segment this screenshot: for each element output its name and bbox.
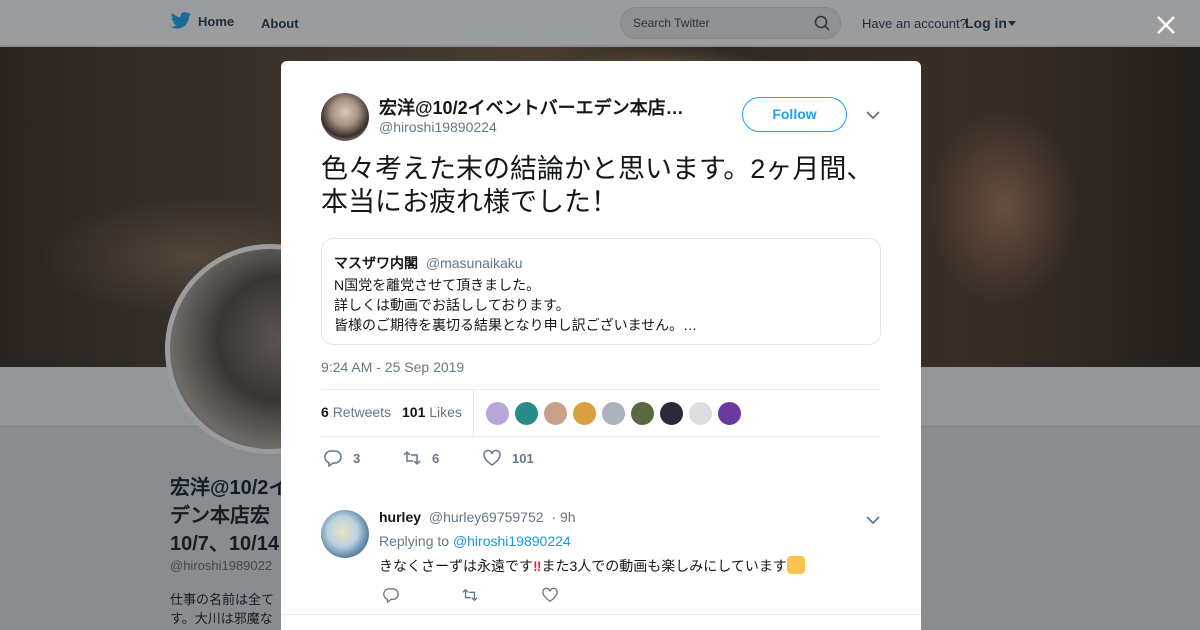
replying-to: Replying to @hiroshi19890224 bbox=[379, 533, 571, 549]
author-avatar[interactable] bbox=[321, 93, 369, 141]
thumbs-up-icon bbox=[786, 556, 805, 574]
background-profile-bio: 仕事の名前は全て す。大川は邪魔な bbox=[170, 592, 275, 626]
heart-icon bbox=[483, 449, 501, 466]
likes-stat[interactable]: 101 Likes bbox=[402, 404, 462, 420]
liker-avatar[interactable] bbox=[485, 401, 510, 426]
reply-text: きなくさーずは永遠です‼また3人での動画も楽しみにしています bbox=[379, 556, 805, 576]
quoted-tweet-header: マスザワ内閣 @masunaikaku bbox=[334, 253, 523, 273]
author-handle[interactable]: @hiroshi19890224 bbox=[379, 119, 497, 135]
divider bbox=[473, 390, 474, 436]
replying-prefix: Replying to bbox=[379, 533, 450, 549]
divider bbox=[321, 389, 881, 390]
login-caret-icon[interactable] bbox=[1008, 21, 1016, 26]
retweets-count: 6 bbox=[321, 404, 329, 420]
reply-count: 3 bbox=[353, 450, 361, 466]
twitter-bird-icon bbox=[170, 12, 191, 29]
reply-icon bbox=[324, 450, 342, 467]
retweets-label: Retweets bbox=[332, 404, 392, 420]
background-profile-name: 宏洋@10/2イ デン本店宏 10/7、10/14 bbox=[170, 477, 289, 555]
liker-avatar[interactable] bbox=[717, 401, 742, 426]
retweet-icon[interactable] bbox=[461, 587, 479, 603]
nav-about-link[interactable]: About bbox=[261, 16, 299, 31]
retweet-count: 6 bbox=[432, 450, 440, 466]
search-input[interactable]: Search Twitter bbox=[620, 7, 841, 39]
liker-avatar[interactable] bbox=[630, 401, 655, 426]
liker-avatar[interactable] bbox=[514, 401, 539, 426]
tweet-timestamp[interactable]: 9:24 AM - 25 Sep 2019 bbox=[321, 359, 464, 375]
reply-icon[interactable] bbox=[382, 587, 400, 603]
divider bbox=[321, 436, 881, 437]
reply-author-avatar[interactable] bbox=[321, 510, 369, 558]
replying-to-link[interactable]: @hiroshi19890224 bbox=[453, 533, 571, 549]
chevron-down-icon[interactable] bbox=[865, 109, 881, 121]
quoted-text-line: 皆様のご期待を裏切る結果となり申し訳ございません。… bbox=[334, 317, 698, 333]
banner-light bbox=[930, 107, 1080, 307]
top-nav: Home About Search Twitter Have an accoun… bbox=[0, 0, 1200, 46]
divider bbox=[281, 614, 921, 615]
like-action[interactable]: 101 bbox=[482, 449, 534, 467]
search-placeholder: Search Twitter bbox=[633, 16, 710, 30]
background-profile-handle: @hiroshi1989022 bbox=[170, 558, 273, 573]
quoted-text-line: N国党を離党させて頂きました。 bbox=[334, 277, 541, 293]
likes-count: 101 bbox=[402, 404, 426, 420]
login-link[interactable]: Log in bbox=[965, 15, 1007, 31]
reply-text-part: きなくさーずは永遠です bbox=[379, 558, 533, 574]
likes-label: Likes bbox=[429, 404, 462, 420]
have-account-text: Have an account? bbox=[862, 16, 967, 31]
heart-icon[interactable] bbox=[541, 587, 559, 603]
retweet-action[interactable]: 6 bbox=[402, 449, 439, 467]
liker-avatar[interactable] bbox=[572, 401, 597, 426]
reply-author-name[interactable]: hurley bbox=[379, 509, 421, 525]
liker-avatar[interactable] bbox=[659, 401, 684, 426]
reply-text-part: また3人での動画も楽しみにしています bbox=[541, 558, 787, 574]
quoted-tweet[interactable]: マスザワ内閣 @masunaikaku N国党を離党させて頂きました。 詳しくは… bbox=[321, 238, 881, 345]
liker-avatar[interactable] bbox=[688, 401, 713, 426]
retweets-stat[interactable]: 6 Retweets bbox=[321, 404, 391, 420]
retweet-icon bbox=[403, 450, 421, 466]
tweet-modal: 宏洋@10/2イベントバーエデン本店… @hiroshi19890224 Fol… bbox=[281, 61, 921, 630]
quoted-text-line: 詳しくは動画でお話ししております。 bbox=[334, 297, 570, 313]
liker-avatar[interactable] bbox=[601, 401, 626, 426]
tweet-text: 色々考えた末の結論かと思います。2ヶ月間、本当にお疲れ様でした！ bbox=[321, 154, 874, 217]
reply-tweet[interactable]: hurley @hurley69759752 · 9h Replying to … bbox=[281, 493, 921, 630]
search-icon[interactable] bbox=[814, 15, 830, 31]
reply-header: hurley @hurley69759752 · 9h bbox=[379, 509, 576, 525]
reply-author-handle[interactable]: @hurley69759752 bbox=[429, 509, 544, 525]
liker-avatar[interactable] bbox=[543, 401, 568, 426]
chevron-down-icon[interactable] bbox=[865, 514, 881, 526]
author-name[interactable]: 宏洋@10/2イベントバーエデン本店… bbox=[379, 94, 684, 120]
close-icon[interactable] bbox=[1154, 13, 1178, 37]
liker-avatars bbox=[485, 401, 746, 426]
quoted-author-name: マスザワ内閣 bbox=[334, 255, 418, 271]
reply-action[interactable]: 3 bbox=[323, 449, 360, 467]
like-count: 101 bbox=[512, 450, 534, 466]
reply-time[interactable]: · 9h bbox=[551, 509, 575, 525]
nav-home-link[interactable]: Home bbox=[170, 12, 234, 30]
nav-home-label: Home bbox=[198, 13, 235, 29]
quoted-author-handle: @masunaikaku bbox=[425, 255, 523, 271]
follow-button[interactable]: Follow bbox=[742, 97, 847, 132]
